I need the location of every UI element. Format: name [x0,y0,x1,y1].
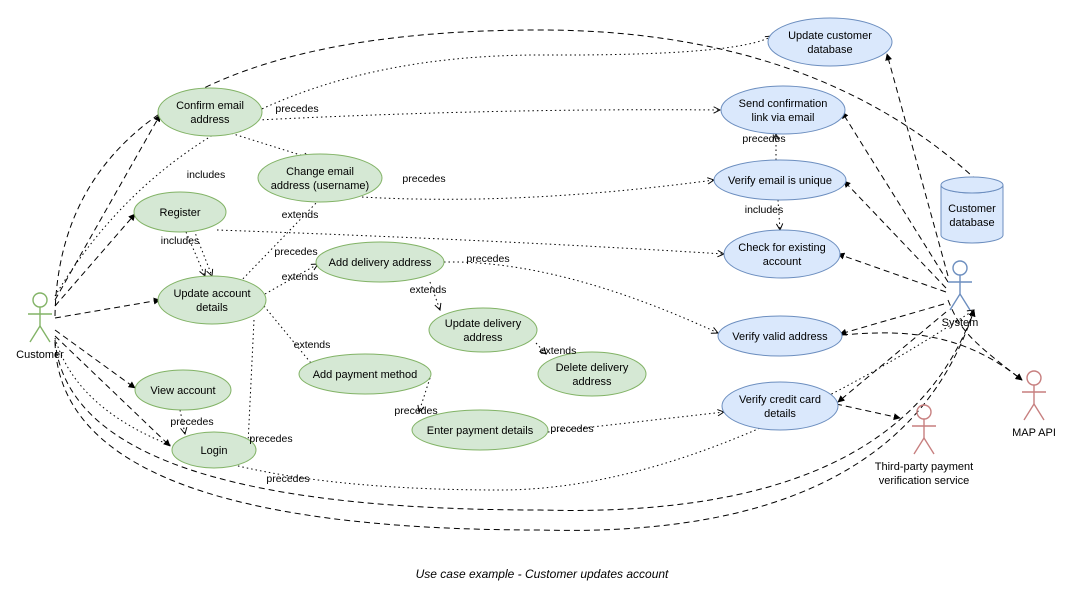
usecase-check_existing-label2: account [763,256,802,268]
usecase-update_delivery: Update delivery address [429,308,537,352]
actor-payment_svc-label: Third-party payment [875,461,973,473]
usecase-check_existing: Check for existing account [724,230,840,278]
relation-label-11: extends [540,345,577,357]
usecase-confirm_email-label2: address [190,114,230,126]
usecase-update_db-label2: database [807,44,852,56]
usecase-confirm_email-label1: Confirm email [176,100,244,112]
usecase-add_payment: Add payment method [299,354,431,394]
actor-system-label: System [942,317,979,329]
usecase-send_conf-label2: link via email [752,112,815,124]
usecase-register-label1: Register [160,207,201,219]
usecase-change_email-label2: address (username) [271,180,369,192]
edge-dashed-9 [840,304,944,334]
actor-map_api-label: MAP API [1012,427,1056,439]
actor-payment_svc: Third-party payment verification service [875,405,973,487]
usecase-verify_address-label1: Verify valid address [732,331,828,343]
customer-database: Customer database [941,177,1003,243]
usecase-view_account-label1: View account [150,385,215,397]
usecase-change_email-label1: Change email [286,166,354,178]
actor-map_api: MAP API [1012,371,1056,439]
relation-label-10: precedes [394,405,437,417]
usecase-update_account: Update account details [158,276,266,324]
edge-dashed-13 [842,333,1022,380]
usecase-delete_delivery-label1: Delete delivery [556,362,629,374]
relation-label-9: extends [294,339,331,351]
relation-label-8: precedes [466,253,509,265]
usecase-login: Login [172,432,256,468]
edge-dotted-7 [248,320,254,444]
usecase-verify_email: Verify email is unique [714,160,846,200]
edge-dashed-11 [948,300,1022,380]
edge-dashed-5 [887,54,948,276]
usecase-enter_payment-label1: Enter payment details [427,425,534,437]
usecase-add_payment-label1: Add payment method [313,369,418,381]
usecase-update_account-label2: details [196,302,228,314]
usecase-verify_email-label1: Verify email is unique [728,175,832,187]
usecase-send_conf-label1: Send confirmation [739,98,828,110]
usecase-verify_card-label1: Verify credit card [739,394,821,406]
usecase-change_email: Change email address (username) [258,154,382,202]
usecase-delete_delivery: Delete delivery address [538,352,646,396]
relation-label-2: includes [161,235,200,247]
usecase-verify_address: Verify valid address [718,316,842,356]
actor-payment_svc-label2: verification service [879,475,969,487]
relation-label-0: precedes [275,103,318,115]
edge-dotted-0 [227,132,310,158]
usecase-confirm_email: Confirm email address [158,88,262,136]
usecase-verify_card: Verify credit card details [722,382,838,430]
usecase-add_delivery-label1: Add delivery address [329,257,432,269]
relation-label-16: precedes [742,133,785,145]
edge-dashed-6 [842,112,948,282]
diagram-caption: Use case example - Customer updates acco… [416,567,669,581]
usecase-view_account: View account [135,370,231,410]
usecase-verify_card-label2: details [764,408,796,420]
relation-label-3: extends [282,209,319,221]
relation-label-6: precedes [402,173,445,185]
usecase-check_existing-label1: Check for existing [738,242,825,254]
relation-label-5: extends [282,271,319,283]
usecase-login-label1: Login [201,445,228,457]
edge-dotted-8 [258,110,720,120]
usecase-update_delivery-label1: Update delivery [445,318,522,330]
usecase-update_db-label1: Update customer [788,30,872,42]
relation-label-15: precedes [266,473,309,485]
edge-dashed-3 [55,330,135,388]
relation-label-12: precedes [550,423,593,435]
usecase-add_delivery: Add delivery address [316,242,444,282]
relation-label-4: precedes [274,246,317,258]
usecase-register: Register [134,192,226,232]
customer-database-label1: Customer [948,203,996,215]
edge-dashed-2 [55,300,160,318]
relation-label-1: includes [187,169,226,181]
usecase-update_delivery-label2: address [463,332,503,344]
usecase-delete_delivery-label2: address [572,376,612,388]
relation-label-7: extends [410,284,447,296]
edge-dashed-8 [838,254,946,292]
edge-dashed-1 [55,214,135,306]
relation-label-14: precedes [249,433,292,445]
customer-database-label2: database [949,217,994,229]
relation-label-13: precedes [170,416,213,428]
actor-customer-label: Customer [16,349,64,361]
usecase-send_conf: Send confirmation link via email [721,86,845,134]
edge-dashed-12 [836,404,900,418]
usecase-update_db: Update customer database [768,18,892,66]
relation-label-17: includes [745,204,784,216]
usecase-update_account-label1: Update account [173,288,250,300]
